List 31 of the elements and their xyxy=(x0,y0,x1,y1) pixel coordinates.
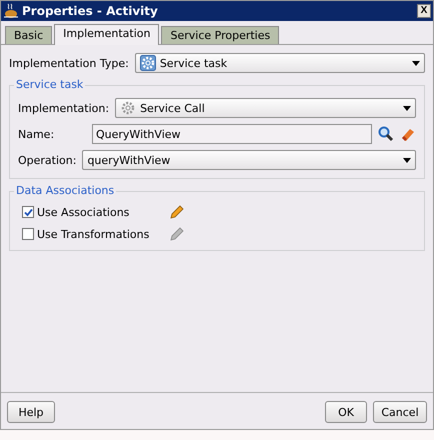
dropdown-arrow-icon[interactable] xyxy=(412,60,420,66)
window-title: Properties - Activity xyxy=(22,4,159,18)
ok-button[interactable]: OK xyxy=(325,401,367,423)
operation-dropdown[interactable]: queryWithView xyxy=(82,150,416,170)
tab[interactable]: Basic xyxy=(5,26,52,44)
eraser-icon[interactable] xyxy=(400,126,416,142)
gear-icon xyxy=(120,100,136,116)
checkbox[interactable] xyxy=(22,228,34,240)
implementation-type-dropdown[interactable]: Service task xyxy=(134,53,425,73)
search-icon[interactable] xyxy=(378,126,394,142)
name-field[interactable]: QueryWithView xyxy=(92,124,372,144)
help-button[interactable]: Help xyxy=(7,401,55,423)
field-label: Name: xyxy=(18,128,56,140)
tab[interactable]: Implementation xyxy=(54,24,160,45)
checkbox[interactable] xyxy=(22,206,34,218)
gear-icon xyxy=(140,55,156,71)
checkbox-label[interactable]: Use Transformations xyxy=(37,228,165,240)
group-title: Service task xyxy=(14,78,86,91)
field-label: Implementation: xyxy=(18,102,110,114)
cancel-button[interactable]: Cancel xyxy=(373,401,427,423)
group-title: Data Associations xyxy=(14,184,116,197)
close-button[interactable]: X xyxy=(417,4,431,18)
tab[interactable]: Service Properties xyxy=(161,26,280,44)
dropdown-arrow-icon[interactable] xyxy=(403,106,411,110)
field-label: Operation: xyxy=(18,154,76,166)
teapot-icon xyxy=(3,3,19,19)
implementation-dropdown[interactable]: Service Call xyxy=(115,98,416,118)
pencil-icon[interactable] xyxy=(168,204,184,220)
dropdown-arrow-icon[interactable] xyxy=(403,158,411,162)
checkbox-label[interactable]: Use Associations xyxy=(37,206,165,218)
field-label: Implementation Type: xyxy=(9,56,129,70)
